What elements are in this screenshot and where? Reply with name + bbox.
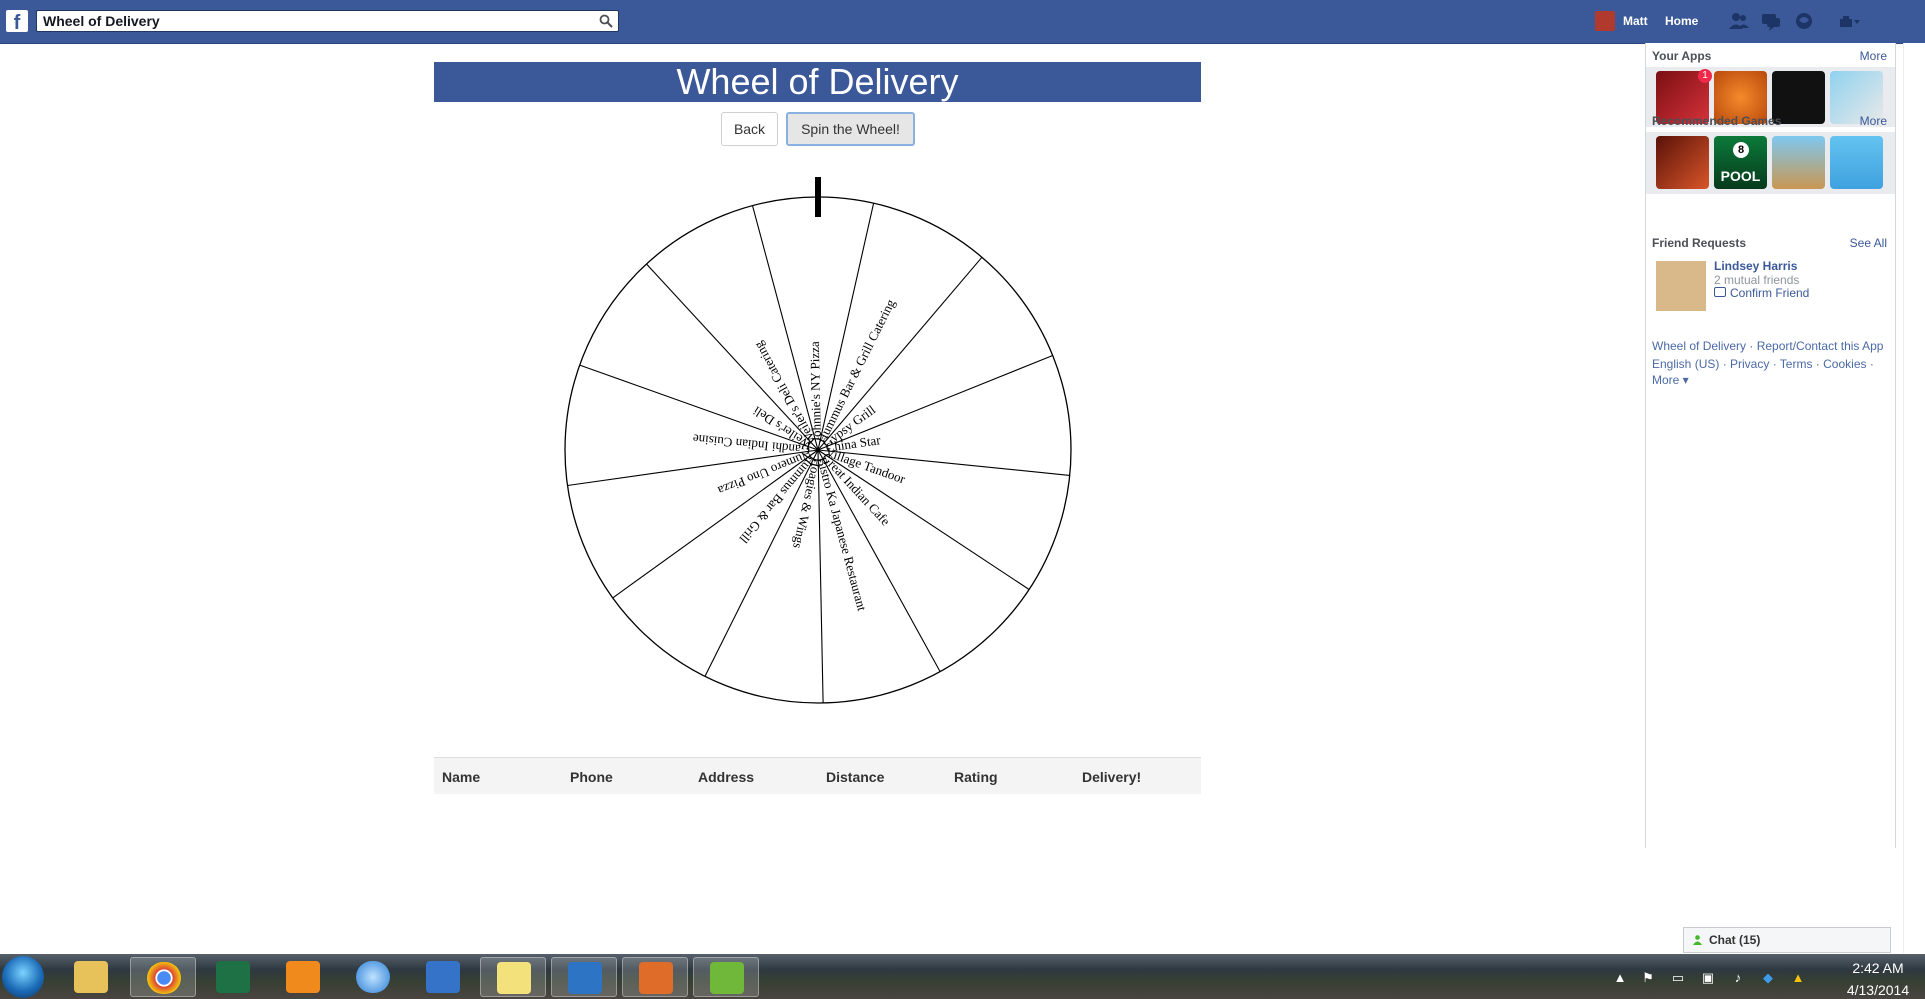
sidebar-footer-more[interactable]: More ▾: [1652, 373, 1689, 387]
media-player-icon[interactable]: [270, 957, 336, 997]
facebook-top-bar: f Wheel of Delivery Matt Home: [0, 0, 1925, 44]
google-drive-icon[interactable]: ▲: [1790, 971, 1806, 985]
recommended-games-strip: 8 POOL: [1646, 132, 1895, 194]
recommended-games-more-link[interactable]: More: [1860, 114, 1887, 128]
column-header-distance: Distance: [826, 769, 885, 785]
add-friend-icon: [1714, 287, 1726, 297]
network-icon[interactable]: [410, 957, 476, 997]
recommended-games-heading: Recommended Games: [1652, 114, 1782, 128]
chat-person-icon: [1693, 935, 1702, 945]
warrior-game-icon[interactable]: [1656, 136, 1709, 189]
delivery-wheel[interactable]: Johnnie's NY PizzaHummus Bar & Grill Cat…: [560, 165, 1080, 715]
your-apps-heading: Your Apps: [1652, 49, 1712, 63]
notifications-icon[interactable]: [1793, 11, 1815, 31]
your-apps-more-link[interactable]: More: [1860, 49, 1887, 63]
page-scrollbar[interactable]: [1903, 43, 1925, 953]
back-button[interactable]: Back: [721, 112, 778, 146]
battery-icon[interactable]: ▭: [1670, 971, 1686, 985]
bird-game-icon[interactable]: [1830, 136, 1883, 189]
mutual-friends-count[interactable]: 2 mutual friends: [1714, 273, 1799, 287]
settings-icon[interactable]: [1838, 11, 1860, 31]
spin-wheel-button[interactable]: Spin the Wheel!: [786, 112, 915, 146]
search-icon[interactable]: [599, 14, 613, 28]
excel-icon[interactable]: [200, 957, 266, 997]
friend-requests-heading: Friend Requests: [1652, 236, 1747, 250]
wheel-spokes: [567, 203, 1070, 703]
see-all-friend-requests-link[interactable]: See All: [1850, 236, 1887, 250]
wheel-labels: Johnnie's NY PizzaHummus Bar & Grill Cat…: [692, 296, 908, 612]
runner-game-icon[interactable]: [1772, 136, 1825, 189]
device-icon[interactable]: ▣: [1700, 971, 1716, 985]
windows-taskbar: ▲ ⚑ ▭ ▣ ♪ ◆ ▲: [0, 954, 1925, 999]
action-center-flag-icon[interactable]: ⚑: [1640, 971, 1656, 985]
pool-game-label: POOL: [1720, 168, 1761, 184]
snipping-tool-icon[interactable]: [693, 957, 759, 997]
paint-icon[interactable]: [622, 957, 688, 997]
confirm-friend-label: Confirm Friend: [1730, 286, 1810, 300]
wheel-pointer: [815, 177, 821, 217]
chat-label: Chat (15): [1709, 933, 1761, 947]
profile-link[interactable]: Matt: [1623, 14, 1648, 28]
taskbar-clock-time[interactable]: 2:42 AM: [1840, 960, 1916, 976]
column-header-rating: Rating: [954, 769, 998, 785]
explorer-icon[interactable]: [58, 957, 124, 997]
volume-icon[interactable]: ♪: [1730, 971, 1746, 985]
friend-request-avatar[interactable]: [1656, 261, 1706, 311]
restaurant-table-header: Name Phone Address Distance Rating Deliv…: [434, 757, 1201, 794]
pool-game-icon[interactable]: 8 POOL: [1714, 136, 1767, 189]
user-avatar[interactable]: [1595, 11, 1615, 31]
search-input-value: Wheel of Delivery: [43, 13, 160, 29]
app-notification-badge: 1: [1698, 69, 1712, 83]
column-header-delivery: Delivery!: [1082, 769, 1142, 785]
friend-requests-icon[interactable]: [1728, 11, 1750, 31]
start-button[interactable]: [2, 956, 44, 998]
right-sidebar: Your Apps More 1 Recommended Games More …: [1645, 43, 1896, 848]
column-header-phone: Phone: [570, 769, 613, 785]
show-hidden-icons-icon[interactable]: ▲: [1612, 971, 1628, 985]
column-header-name: Name: [442, 769, 481, 785]
messages-icon[interactable]: [1760, 11, 1782, 31]
chat-tab[interactable]: Chat (15): [1683, 927, 1891, 953]
friend-request-name[interactable]: Lindsey Harris: [1714, 259, 1797, 273]
facebook-logo-icon[interactable]: f: [6, 10, 28, 32]
sidebar-footer-links[interactable]: English (US) · Privacy · Terms · Cookies…: [1652, 357, 1874, 371]
sidebar-footer-app-links[interactable]: Wheel of Delivery · Report/Contact this …: [1652, 339, 1883, 353]
dropbox-icon[interactable]: ◆: [1760, 971, 1776, 985]
home-link[interactable]: Home: [1665, 14, 1698, 28]
page-title: Wheel of Delivery: [434, 62, 1201, 102]
taskbar-clock-date[interactable]: 4/13/2014: [1840, 982, 1916, 998]
itunes-icon[interactable]: [340, 957, 406, 997]
remote-desktop-icon[interactable]: [551, 957, 617, 997]
sticky-notes-icon[interactable]: [480, 957, 546, 997]
pool-ball-number: 8: [1733, 142, 1749, 158]
confirm-friend-link[interactable]: Confirm Friend: [1714, 286, 1809, 300]
column-header-address: Address: [698, 769, 755, 785]
chrome-icon[interactable]: [130, 957, 196, 997]
search-input[interactable]: Wheel of Delivery: [36, 10, 619, 32]
